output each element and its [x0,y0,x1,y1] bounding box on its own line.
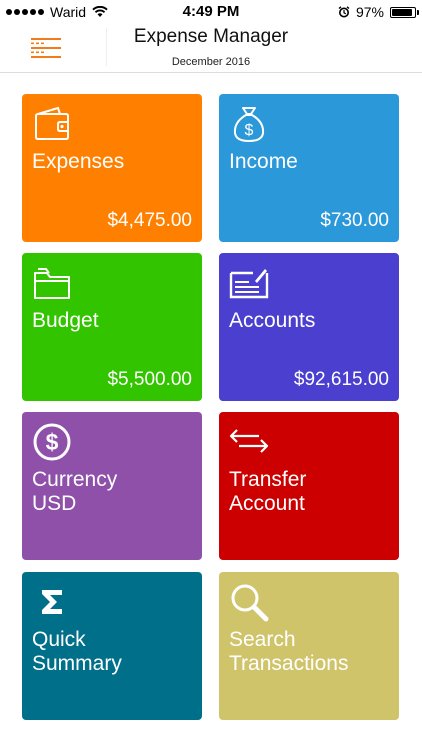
expenses-amount: $4,475.00 [107,210,192,231]
sigma-icon [42,590,62,614]
expenses-tile[interactable]: Expenses $4,475.00 [22,94,202,242]
currency-tile[interactable]: $ Currency USD [22,412,202,560]
page-title-text: Expense Manager [133,26,289,47]
battery-icon [390,6,419,18]
quick-summary-label-line2: Summary [32,652,122,675]
accounts-tile[interactable]: Accounts $92,615.00 [219,253,399,401]
search-label-line2: Transactions [229,652,349,675]
quick-summary-tile[interactable]: Quick Summary [22,572,202,720]
magnifier-icon [231,584,269,622]
income-label: Income [229,150,298,173]
income-tile[interactable]: $ Income $730.00 [219,94,399,242]
transfer-account-tile[interactable]: Transfer Account [219,412,399,560]
svg-text:$: $ [245,122,254,139]
alarm-icon [338,6,350,18]
svg-text:$: $ [46,429,59,455]
quick-summary-label: Quick [32,628,86,651]
wallet-icon [35,106,69,140]
expenses-label: Expenses [32,150,125,173]
expense-manager-screen: Warid 4:49 PM 97% Expense Manager Decemb… [0,0,422,750]
dollar-circle-icon: $ [33,423,71,461]
status-right: 97% [338,4,419,20]
accounts-label: Accounts [229,309,316,332]
current-month: December 2016 [171,56,251,68]
money-bag-icon: $ [233,107,265,143]
app-header: Expense Manager December 2016 [0,24,422,73]
search-label: Search [229,628,296,651]
transfer-label-line2: Account [229,492,305,515]
budget-amount: $5,500.00 [107,369,192,390]
search-transactions-tile[interactable]: Search Transactions [219,572,399,720]
checkbook-icon [229,269,269,299]
income-amount: $730.00 [320,210,389,231]
budget-label: Budget [32,309,99,332]
folder-icon [34,268,70,299]
battery-fill [392,8,413,16]
transfer-arrows-icon [229,429,269,453]
status-bar: Warid 4:49 PM 97% [0,0,422,24]
currency-label: Currency [32,468,118,491]
budget-tile[interactable]: Budget $5,500.00 [22,253,202,401]
transfer-label: Transfer [229,468,307,491]
page-title: Expense Manager [0,26,422,48]
currency-code: USD [32,492,77,515]
accounts-amount: $92,615.00 [293,369,389,390]
battery-percent: 97% [355,4,384,20]
